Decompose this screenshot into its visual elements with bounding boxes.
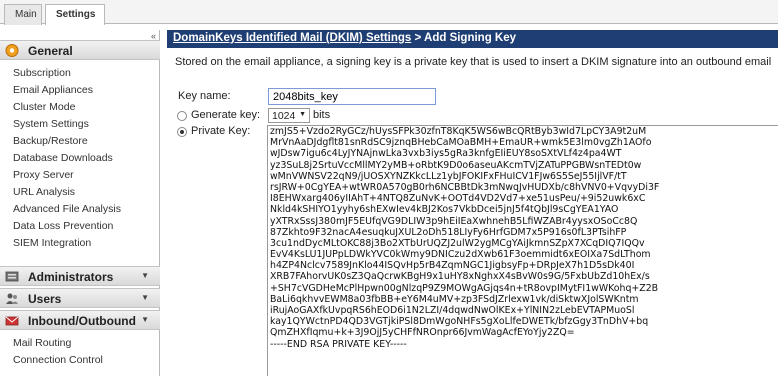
tab-main[interactable]: Main <box>4 4 42 25</box>
sidebar-section-label: Inbound/Outbound <box>28 314 136 328</box>
gear-icon <box>5 44 19 57</box>
private-key-line: iRujAoGAXfkUvpqRS6hEOD6i1N2LZI/4dqwdNwOl… <box>270 305 635 316</box>
sidebar-item-data-loss-prevention[interactable]: Data Loss Prevention <box>13 220 113 232</box>
private-key-line: Nkld4kSHIYO1yyhy6shEXwIev4kBJ2Kos7VkbDce… <box>270 204 619 216</box>
private-key-line: EvV4KsLU1JUPpLDWkYVC0kWmy9DNICzu2dXwb61F… <box>270 249 651 261</box>
sidebar-item-connection-control[interactable]: Connection Control <box>13 354 103 366</box>
users-icon <box>6 293 18 304</box>
admin-icon <box>5 271 19 282</box>
private-key-line: XRB7FAhorvUK0sZ3QaQcrwKBgH9x1uHY8xNghxX4… <box>270 271 650 283</box>
sidebar-item-backup-restore[interactable]: Backup/Restore <box>13 135 88 147</box>
sidebar-item-cluster-mode[interactable]: Cluster Mode <box>13 101 75 113</box>
private-key-line: I8EHWxarg406yIIAhT+4NTQ8ZuNvK+OOTd4VD2Vd… <box>270 193 646 205</box>
private-key-line: kay1QYWctnPD4QD3VGTjkiPSl8DmWgoNHFs5gXoL… <box>270 316 649 328</box>
private-key-line: BaLi6qkhvvEWM8a03fbBB+eY6M4uMV+zp3FSdJZr… <box>270 293 639 305</box>
sidebar-item-url-analysis[interactable]: URL Analysis <box>13 186 75 198</box>
sidebar-item-proxy-server[interactable]: Proxy Server <box>13 169 74 181</box>
key-bits-value: 1024 <box>272 110 296 122</box>
private-key-label: Private Key: <box>191 125 251 137</box>
sidebar-item-mail-routing[interactable]: Mail Routing <box>13 337 71 349</box>
private-key-line: wJDsw7igu6c4LyJYNAjnwLka3vxb3iys5gRa3knf… <box>270 148 622 160</box>
private-key-textarea[interactable]: zmJS5+Vzdo2RyGCz/hUysSFPk30zfnT8KqK5WS6w… <box>267 125 778 376</box>
sidebar-item-email-appliances[interactable]: Email Appliances <box>13 84 93 96</box>
tab-settings[interactable]: Settings <box>45 4 105 25</box>
private-key-line: -----END RSA PRIVATE KEY----- <box>270 338 407 350</box>
sidebar-section-users[interactable]: Users ▼ <box>0 288 160 308</box>
chevron-down-icon: ▼ <box>141 271 149 280</box>
breadcrumb-link-dkim-settings[interactable]: DomainKeys Identified Mail (DKIM) Settin… <box>173 32 411 44</box>
private-key-line: yz3SuL8j2SrtuVccMllMY2yMB+oRbtK9D0o6aseu… <box>270 159 642 171</box>
top-tab-bar: Main Settings <box>0 0 778 25</box>
sidebar-item-subscription[interactable]: Subscription <box>13 67 71 79</box>
private-key-text: zmJS5+Vzdo2RyGCz/hUysSFPk30zfnT8KqK5WS6w… <box>270 126 659 350</box>
chevron-down-icon: ▼ <box>299 111 306 118</box>
chevron-down-icon: ▼ <box>141 315 149 324</box>
breadcrumb-current: Add Signing Key <box>424 32 517 44</box>
sidebar-item-database-downloads[interactable]: Database Downloads <box>13 152 113 164</box>
sidebar-item-system-settings[interactable]: System Settings <box>13 118 89 130</box>
sidebar-section-label: Administrators <box>28 270 114 284</box>
key-name-input[interactable] <box>268 88 436 105</box>
private-key-line: 3cu1ndDycMLtOKC88j3Bo2XTbUrUQZJ2ulW2ygMC… <box>270 237 645 249</box>
private-key-radio[interactable] <box>177 127 187 137</box>
private-key-line: zmJS5+Vzdo2RyGCz/hUysSFPk30zfnT8KqK5WS6w… <box>270 126 647 137</box>
key-name-label: Key name: <box>178 90 231 102</box>
generate-key-radio[interactable] <box>177 111 187 121</box>
private-key-line: QmZHXfIqmu+k+3J9OjJ5yCHFfNROnpr66JvmWagA… <box>270 327 575 339</box>
private-key-line: yXTRxSssJ380mJF5EUfqVG9DLIW3p9hEiIEaXwhn… <box>270 215 638 227</box>
generate-key-label: Generate key: <box>191 109 261 121</box>
page-description: Stored on the email appliance, a signing… <box>175 56 772 68</box>
sidebar-section-label: General <box>28 44 73 58</box>
private-key-line: 87Zkhto9F32nacA4esuqkuJXUL2oDh518LIyFy6H… <box>270 226 627 238</box>
sidebar-section-administrators[interactable]: Administrators ▼ <box>0 266 160 286</box>
breadcrumb-separator: > <box>411 32 425 44</box>
private-key-line: wMnVWNSV22qN9/jUOSXYNZKkcLLz1ybJFOKIFxFH… <box>270 170 627 182</box>
breadcrumb: DomainKeys Identified Mail (DKIM) Settin… <box>167 30 778 48</box>
sidebar-section-label: Users <box>28 292 62 306</box>
main-content: DomainKeys Identified Mail (DKIM) Settin… <box>167 30 778 376</box>
private-key-line: +SH7cVGDHeMcPlHpwn00gNlzqP9Z9MOWgAGjqs4n… <box>270 282 659 294</box>
sidebar-section-inbound-outbound[interactable]: Inbound/Outbound ▼ <box>0 310 160 330</box>
key-bits-select[interactable]: 1024 ▼ <box>268 108 310 123</box>
bits-unit-label: bits <box>313 109 331 121</box>
private-key-line: h4ZP4Nclcv7589JnKlo44ISQvHp5rB4ZqmNGC1Ji… <box>270 260 635 272</box>
private-key-line: rsJRW+0CgYEA+wtWR0A570gB0rh6NCBBtDk3mNwq… <box>270 181 660 193</box>
mail-icon <box>5 316 19 326</box>
sidebar-section-general[interactable]: General <box>0 40 160 60</box>
private-key-line: MrVnAaDJdgflt81snRdSC9jznqBHebCaMOaBMH+E… <box>270 137 652 149</box>
sidebar: « General Subscription Email Appliances … <box>0 30 160 376</box>
chevron-down-icon: ▼ <box>141 293 149 302</box>
sidebar-item-advanced-file-analysis[interactable]: Advanced File Analysis <box>13 203 121 215</box>
sidebar-item-siem-integration[interactable]: SIEM Integration <box>13 237 91 249</box>
